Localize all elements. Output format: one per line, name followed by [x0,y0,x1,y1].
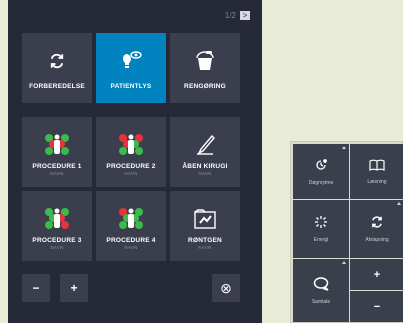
circadian-icon [314,158,328,177]
tile-label: PROCEDURE 2 [106,163,156,170]
tile-label: PATIENTLYS [110,83,152,90]
tile-rengoring[interactable]: RENGØRING [170,33,240,103]
cell-samtale[interactable]: Samtale [293,259,349,322]
cell-dognrytme[interactable]: Døgnrytme [293,144,349,199]
tile-aben-kirugi[interactable]: ÅBEN KIRUGI NAVN [170,117,240,187]
tile-label: PROCEDURE 1 [32,163,82,170]
sparkle-icon [314,215,328,234]
tile-procedure-2[interactable]: PROCEDURE 2 NAVN [96,117,166,187]
widget-minus-button[interactable]: − [350,291,403,322]
cell-label: Energi [313,237,329,243]
relax-icon [370,215,384,234]
tile-sub: NAVN [50,245,64,250]
tile-sub: NAVN [124,171,138,176]
tile-label: PROCEDURE 3 [32,237,82,244]
pager: 1/2 > [225,11,250,20]
procedure-icon [118,131,144,159]
book-icon [369,158,385,176]
tile-forberedelse[interactable]: FORBEREDELSE [22,33,92,103]
minus-icon: − [373,300,381,313]
tile-label: ÅBEN KIRUGI [182,163,228,170]
plus-icon: + [373,268,381,281]
scene-control-panel: 1/2 > FORBEREDELSE PATIENTLYS RENGØRING … [8,0,262,323]
cell-energi[interactable]: Energi [293,200,349,258]
scalpel-icon [195,131,215,159]
corner-indicator [342,261,346,264]
procedure-icon [44,205,70,233]
tile-procedure-4[interactable]: PROCEDURE 4 NAVN [96,191,166,261]
corner-indicator [342,146,346,149]
tile-sub: NAVN [124,245,138,250]
cell-label: Afslapning [365,237,389,243]
next-page-button[interactable]: > [240,11,250,20]
tile-label: RØNTGEN [188,237,222,244]
tile-label: RENGØRING [184,83,226,90]
cell-label: Døgnrytme [308,179,334,186]
light-scene-widget: Døgnrytme Læsning Energi Afslapning Samt… [290,141,403,323]
cell-label: Samtale [311,298,331,305]
tile-sub: NAVN [198,245,212,250]
cell-afslapning[interactable]: Afslapning [350,200,403,258]
cell-label: Læsning [367,179,387,185]
xray-icon [194,205,216,233]
procedure-icon [118,205,144,233]
bucket-icon [195,47,215,75]
procedure-icon [44,131,70,159]
minus-icon: − [32,281,40,295]
chat-icon [313,276,329,296]
tile-sub: NAVN [50,171,64,176]
tile-label: FORBEREDELSE [29,83,85,90]
tile-rontgen[interactable]: RØNTGEN NAVN [170,191,240,261]
chevron-right-icon: > [242,10,248,20]
bulb-eye-icon [119,47,143,75]
refresh-icon [48,47,66,75]
tile-label: PROCEDURE 4 [106,237,156,244]
increase-button[interactable]: + [60,274,88,302]
close-button[interactable]: ⊗ [212,274,240,302]
plus-icon: + [70,281,78,295]
tile-sub: NAVN [198,171,212,176]
decrease-button[interactable]: − [22,274,50,302]
widget-plus-button[interactable]: + [350,259,403,290]
page-indicator: 1/2 [224,11,236,20]
cell-laesning[interactable]: Læsning [350,144,403,199]
tile-procedure-3[interactable]: PROCEDURE 3 NAVN [22,191,92,261]
tile-procedure-1[interactable]: PROCEDURE 1 NAVN [22,117,92,187]
close-icon: ⊗ [220,279,232,296]
tile-patientlys[interactable]: PATIENTLYS [96,33,166,103]
corner-indicator [397,202,401,205]
